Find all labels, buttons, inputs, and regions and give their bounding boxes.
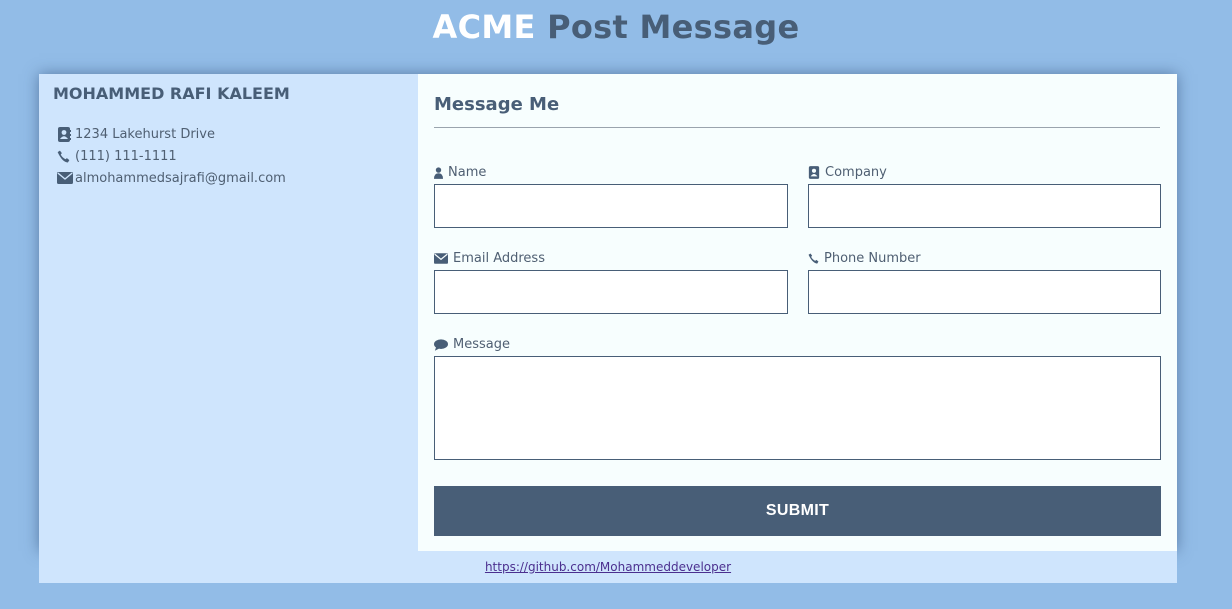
phone-icon — [808, 253, 819, 264]
email-label-text: Email Address — [453, 251, 545, 266]
phone-label: Phone Number — [808, 251, 921, 266]
contact-card: MOHAMMED RAFI KALEEM 1234 Lakehurst Driv… — [39, 74, 1177, 551]
page-title: ACME Post Message — [0, 8, 1232, 46]
user-icon — [434, 166, 443, 179]
contact-address-text: 1234 Lakehurst Drive — [75, 126, 215, 142]
email-input[interactable] — [434, 270, 788, 314]
phone-icon — [57, 150, 75, 163]
company-input[interactable] — [808, 184, 1161, 228]
envelope-icon — [434, 253, 448, 264]
message-label: Message — [434, 337, 510, 352]
name-label-text: Name — [448, 165, 487, 180]
phone-label-text: Phone Number — [824, 251, 921, 266]
page-title-text: Post Message — [547, 8, 800, 46]
comment-icon — [434, 338, 448, 351]
phone-input[interactable] — [808, 270, 1161, 314]
address-book-icon — [808, 166, 820, 179]
contact-address: 1234 Lakehurst Drive — [57, 123, 286, 145]
contact-panel: MOHAMMED RAFI KALEEM 1234 Lakehurst Driv… — [39, 74, 418, 551]
message-label-text: Message — [453, 337, 510, 352]
contact-phone: (111) 111-1111 — [57, 145, 286, 167]
form-title: Message Me — [434, 94, 560, 115]
address-book-icon — [57, 126, 75, 142]
contact-email: almohammedsajrafi@gmail.com — [57, 167, 286, 189]
envelope-icon — [57, 172, 75, 184]
company-label: Company — [808, 165, 887, 180]
message-textarea[interactable] — [434, 356, 1161, 460]
contact-list: 1234 Lakehurst Drive (111) 111-1111 almo… — [57, 123, 286, 189]
footer: https://github.com/Mohammeddeveloper — [39, 551, 1177, 583]
email-label: Email Address — [434, 251, 545, 266]
message-form: Message Me Name Company Email Address Ph… — [418, 74, 1177, 551]
contact-email-text: almohammedsajrafi@gmail.com — [75, 170, 286, 186]
github-link[interactable]: https://github.com/Mohammeddeveloper — [485, 560, 731, 574]
name-input[interactable] — [434, 184, 788, 228]
contact-phone-text: (111) 111-1111 — [75, 148, 177, 164]
company-label-text: Company — [825, 165, 887, 180]
contact-name: MOHAMMED RAFI KALEEM — [53, 84, 290, 103]
name-label: Name — [434, 165, 486, 180]
brand-name: ACME — [432, 8, 536, 46]
submit-button[interactable]: SUBMIT — [434, 486, 1161, 536]
form-divider — [434, 127, 1160, 128]
